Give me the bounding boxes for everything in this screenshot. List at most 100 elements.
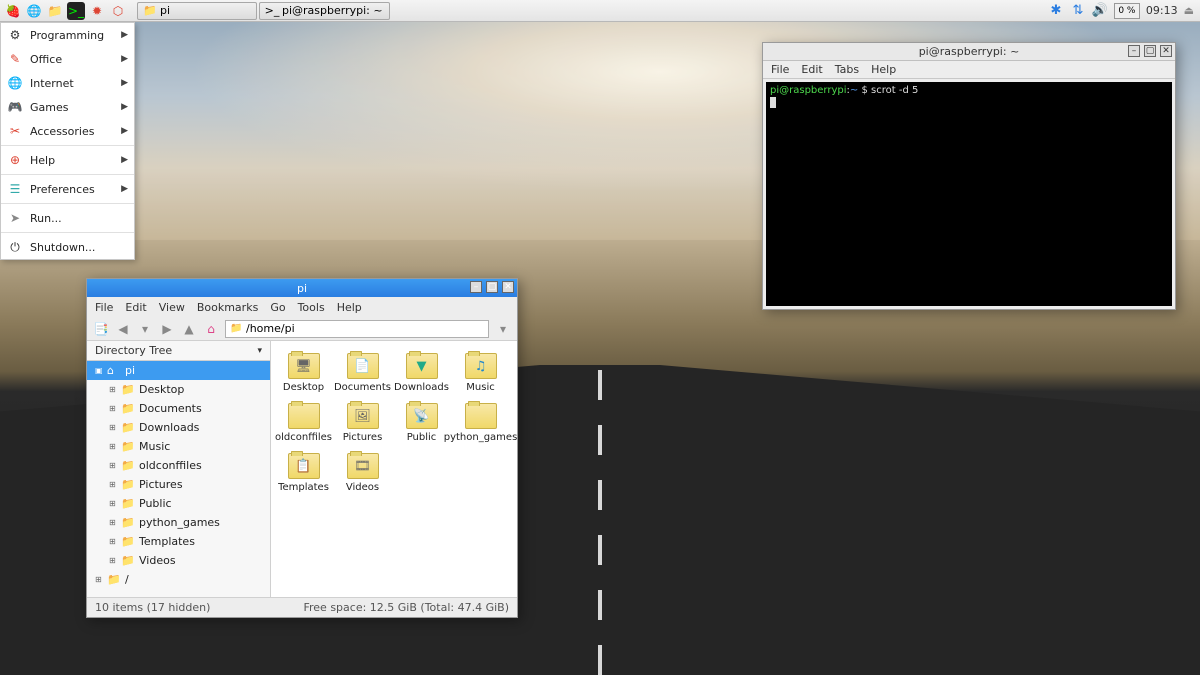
- volume-icon[interactable]: 🔊: [1092, 3, 1108, 19]
- nav-up-icon[interactable]: ▲: [181, 321, 197, 337]
- expand-icon[interactable]: ⊞: [109, 499, 117, 508]
- menu-programming[interactable]: ⚙Programming▶: [1, 23, 134, 47]
- expand-icon[interactable]: ⊞: [109, 537, 117, 546]
- menu-view[interactable]: View: [159, 301, 185, 314]
- tree-item-documents[interactable]: ⊞📁Documents: [87, 399, 270, 418]
- terminal-titlebar[interactable]: pi@raspberrypi: ~ – ▢ ✕: [763, 43, 1175, 61]
- window-title: pi@raspberrypi: ~: [919, 45, 1020, 58]
- minimize-button[interactable]: –: [1128, 45, 1140, 57]
- file-label: Desktop: [283, 382, 324, 393]
- folder-icon: 🖥: [288, 353, 320, 379]
- raspberry-menu-icon[interactable]: 🍓: [4, 2, 22, 20]
- menu-bookmarks[interactable]: Bookmarks: [197, 301, 258, 314]
- expand-icon[interactable]: ⊞: [109, 556, 117, 565]
- tree-item-pi[interactable]: ▣⌂pi: [87, 361, 270, 380]
- menu-tools[interactable]: Tools: [298, 301, 325, 314]
- menu-item-label: Programming: [30, 29, 104, 42]
- menu-preferences[interactable]: ☰Preferences▶: [1, 177, 134, 201]
- tree-item-root[interactable]: ⊞📁/: [87, 570, 270, 589]
- file-item-documents[interactable]: 📄Documents: [334, 349, 391, 397]
- menu-games[interactable]: 🎮Games▶: [1, 95, 134, 119]
- file-item-desktop[interactable]: 🖥 Desktop: [275, 349, 332, 397]
- file-item-downloads[interactable]: ▼Downloads: [393, 349, 450, 397]
- menu-office[interactable]: ✎Office▶: [1, 47, 134, 71]
- menu-edit[interactable]: Edit: [125, 301, 146, 314]
- expand-icon[interactable]: ⊞: [109, 385, 117, 394]
- menu-help[interactable]: Help: [337, 301, 362, 314]
- folder-icon: 📁: [121, 383, 135, 396]
- chevron-right-icon: ▶: [121, 126, 128, 136]
- expand-icon[interactable]: ⊞: [109, 442, 117, 451]
- expand-icon[interactable]: ⊞: [109, 518, 117, 527]
- file-item-oldconffiles[interactable]: oldconffiles: [275, 399, 332, 447]
- menu-help[interactable]: Help: [871, 63, 896, 76]
- mathematica-icon[interactable]: ✹: [88, 2, 106, 20]
- expand-icon[interactable]: ▣: [95, 366, 103, 375]
- folder-icon: 📁: [121, 516, 135, 529]
- menu-separator: [1, 232, 134, 233]
- file-item-music[interactable]: ♫Music: [452, 349, 509, 397]
- menu-go[interactable]: Go: [270, 301, 285, 314]
- tree-item-python_games[interactable]: ⊞📁python_games: [87, 513, 270, 532]
- menu-file[interactable]: File: [771, 63, 789, 76]
- file-manager-pane[interactable]: 🖥 Desktop 📄Documents▼Downloads♫Music oldcon…: [271, 341, 517, 597]
- terminal-body[interactable]: pi@raspberrypi:~ $ scrot -d 5: [766, 82, 1172, 306]
- tree-item-videos[interactable]: ⊞📁Videos: [87, 551, 270, 570]
- clock[interactable]: 09:13: [1146, 4, 1178, 17]
- taskbar-window-terminal[interactable]: >_pi@raspberrypi: ~: [259, 2, 390, 20]
- menu-shutdown[interactable]: ⏻Shutdown...: [1, 235, 134, 259]
- web-browser-icon[interactable]: 🌐: [25, 2, 43, 20]
- expand-icon[interactable]: ⊞: [109, 404, 117, 413]
- path-menu-icon[interactable]: ▾: [495, 321, 511, 337]
- nav-home-icon[interactable]: ⌂: [203, 321, 219, 337]
- taskbar-window-pi[interactable]: 📁pi: [137, 2, 257, 20]
- folder-icon: 📡: [406, 403, 438, 429]
- maximize-button[interactable]: ▢: [486, 281, 498, 293]
- terminal-icon[interactable]: >_: [67, 2, 85, 20]
- terminal-window[interactable]: pi@raspberrypi: ~ – ▢ ✕ File Edit Tabs Help…: [762, 42, 1176, 310]
- tree-item-desktop[interactable]: ⊞📁Desktop: [87, 380, 270, 399]
- file-item-python_games[interactable]: python_games: [452, 399, 509, 447]
- new-tab-icon[interactable]: 📑: [93, 321, 109, 337]
- menu-help[interactable]: ⊕Help▶: [1, 148, 134, 172]
- file-manager-icon[interactable]: 📁: [46, 2, 64, 20]
- maximize-button[interactable]: ▢: [1144, 45, 1156, 57]
- tree-item-oldconffiles[interactable]: ⊞📁oldconffiles: [87, 456, 270, 475]
- file-item-videos[interactable]: 🎞Videos: [334, 449, 391, 497]
- expand-icon[interactable]: ⊞: [109, 461, 117, 470]
- menu-tabs[interactable]: Tabs: [835, 63, 859, 76]
- menu-accessories[interactable]: ✂Accessories▶: [1, 119, 134, 143]
- history-dropdown-icon[interactable]: ▾: [137, 321, 153, 337]
- address-bar[interactable]: 📁 /home/pi: [225, 320, 489, 338]
- nav-forward-icon[interactable]: ▶: [159, 321, 175, 337]
- tree-item-public[interactable]: ⊞📁Public: [87, 494, 270, 513]
- nav-back-icon[interactable]: ◀: [115, 321, 131, 337]
- expand-icon[interactable]: ⊞: [109, 423, 117, 432]
- file-item-pictures[interactable]: 🖼Pictures: [334, 399, 391, 447]
- minimize-button[interactable]: –: [470, 281, 482, 293]
- menu-file[interactable]: File: [95, 301, 113, 314]
- eject-icon[interactable]: ⏏: [1184, 4, 1194, 17]
- menu-edit[interactable]: Edit: [801, 63, 822, 76]
- cpu-monitor[interactable]: 0 %: [1114, 3, 1140, 19]
- file-manager-window[interactable]: pi – ▢ ✕ File Edit View Bookmarks Go Tools Hel…: [86, 278, 518, 618]
- menu-internet[interactable]: 🌐Internet▶: [1, 71, 134, 95]
- bluetooth-icon[interactable]: ✱: [1048, 3, 1064, 19]
- menu-run[interactable]: ➤Run...: [1, 206, 134, 230]
- expand-icon[interactable]: ⊞: [95, 575, 103, 584]
- wolfram-icon[interactable]: ⬡: [109, 2, 127, 20]
- close-button[interactable]: ✕: [502, 281, 514, 293]
- menu-item-label: Office: [30, 53, 62, 66]
- network-icon[interactable]: ⇅: [1070, 3, 1086, 19]
- tree-item-templates[interactable]: ⊞📁Templates: [87, 532, 270, 551]
- close-button[interactable]: ✕: [1160, 45, 1172, 57]
- expand-icon[interactable]: ⊞: [109, 480, 117, 489]
- tree-item-music[interactable]: ⊞📁Music: [87, 437, 270, 456]
- file-item-templates[interactable]: 📋Templates: [275, 449, 332, 497]
- chevron-down-icon[interactable]: ▾: [257, 346, 262, 356]
- sidebar-header[interactable]: Directory Tree ▾: [87, 341, 270, 361]
- file-item-public[interactable]: 📡Public: [393, 399, 450, 447]
- tree-item-downloads[interactable]: ⊞📁Downloads: [87, 418, 270, 437]
- file-manager-titlebar[interactable]: pi – ▢ ✕: [87, 279, 517, 297]
- tree-item-pictures[interactable]: ⊞📁Pictures: [87, 475, 270, 494]
